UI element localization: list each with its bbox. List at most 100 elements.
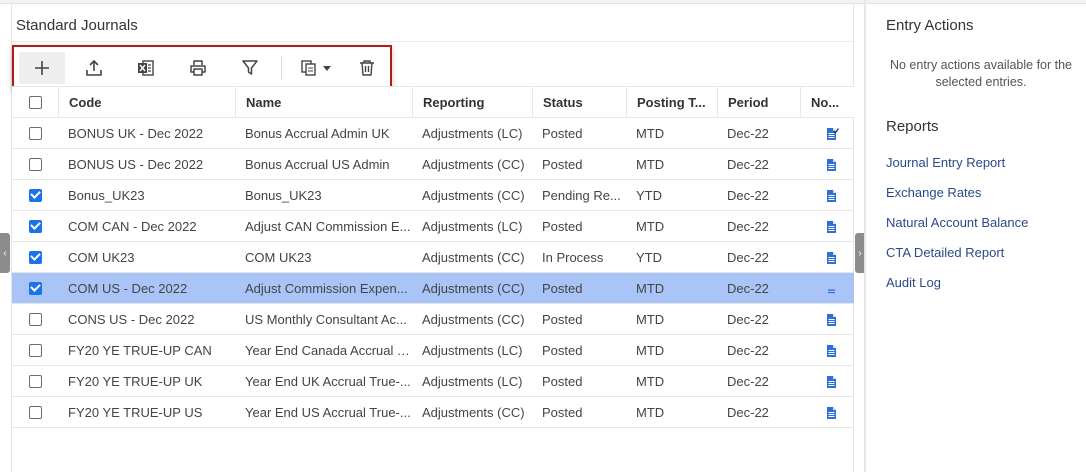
cell-status: Posted xyxy=(542,311,583,327)
cell-name: Year End Canada Accrual T... xyxy=(245,342,412,358)
cell-period: Dec-22 xyxy=(727,156,769,172)
cell-reporting: Adjustments (CC) xyxy=(422,156,525,172)
row-checkbox[interactable] xyxy=(28,405,42,419)
cell-code: COM CAN - Dec 2022 xyxy=(68,218,197,234)
row-checkbox[interactable] xyxy=(28,219,42,233)
row-select-cell xyxy=(12,149,58,179)
trash-icon xyxy=(360,60,374,76)
collapse-left-handle[interactable]: ‹ xyxy=(0,233,10,273)
report-link-journal-entry[interactable]: Journal Entry Report xyxy=(886,155,1005,170)
document-icon[interactable] xyxy=(826,375,837,388)
table-row[interactable]: FY20 YE TRUE-UP US Year End US Accrual T… xyxy=(12,397,854,428)
cell-code: Bonus_UK23 xyxy=(68,187,145,203)
document-icon[interactable] xyxy=(826,220,837,233)
row-select-cell xyxy=(12,335,58,365)
table-row[interactable]: BONUS UK - Dec 2022 Bonus Accrual Admin … xyxy=(12,118,854,149)
document-icon[interactable] xyxy=(826,189,837,202)
row-checkbox[interactable] xyxy=(28,281,42,295)
lines-icon[interactable] xyxy=(826,282,837,295)
cell-code: FY20 YE TRUE-UP CAN xyxy=(68,342,212,358)
delete-button[interactable] xyxy=(344,52,390,84)
row-checkbox[interactable] xyxy=(28,312,42,326)
column-header-period[interactable]: Period xyxy=(717,87,800,117)
cell-reporting: Adjustments (LC) xyxy=(422,342,523,358)
cell-status: Posted xyxy=(542,280,583,296)
row-select-cell xyxy=(12,273,58,303)
cell-period: Dec-22 xyxy=(727,125,769,141)
cell-posting-type: YTD xyxy=(636,249,662,265)
cell-name: Year End US Accrual True-... xyxy=(245,404,411,420)
cell-code: CONS US - Dec 2022 xyxy=(68,311,195,327)
toolbar xyxy=(12,45,392,90)
table-row[interactable]: BONUS US - Dec 2022 Bonus Accrual US Adm… xyxy=(12,149,854,180)
table-row[interactable]: Bonus_UK23 Bonus_UK23 Adjustments (CC) P… xyxy=(12,180,854,211)
document-icon[interactable] xyxy=(826,313,837,326)
table-row[interactable]: COM US - Dec 2022 Adjust Commission Expe… xyxy=(12,273,854,304)
upload-icon xyxy=(86,60,102,76)
select-all-checkbox[interactable] xyxy=(28,95,42,109)
cell-status: Posted xyxy=(542,218,583,234)
journals-panel: Standard Journals Code Name Reporting St… xyxy=(11,4,854,472)
cell-code: COM US - Dec 2022 xyxy=(68,280,188,296)
reports-heading: Reports xyxy=(886,118,939,135)
row-checkbox[interactable] xyxy=(28,343,42,357)
row-select-cell xyxy=(12,242,58,272)
column-header-name[interactable]: Name xyxy=(235,87,412,117)
column-header-notes[interactable]: No... xyxy=(800,87,854,117)
cell-name: Bonus Accrual Admin UK xyxy=(245,125,390,141)
document-check-icon[interactable] xyxy=(826,127,840,140)
report-link-audit-log[interactable]: Audit Log xyxy=(886,275,941,290)
copy-dropdown-icon xyxy=(301,60,331,76)
report-link-natural-account-balance[interactable]: Natural Account Balance xyxy=(886,215,1028,230)
cell-name: US Monthly Consultant Ac... xyxy=(245,311,407,327)
cell-code: FY20 YE TRUE-UP US xyxy=(68,404,203,420)
add-button[interactable] xyxy=(19,52,65,84)
grid-header-row: Code Name Reporting Status Posting T... … xyxy=(12,86,854,118)
column-header-posting-type[interactable]: Posting T... xyxy=(626,87,717,117)
row-select-cell xyxy=(12,118,58,148)
cell-notes xyxy=(800,211,854,241)
table-row[interactable]: COM UK23 COM UK23 Adjustments (CC) In Pr… xyxy=(12,242,854,273)
cell-period: Dec-22 xyxy=(727,404,769,420)
row-checkbox[interactable] xyxy=(28,188,42,202)
table-row[interactable]: FY20 YE TRUE-UP UK Year End UK Accrual T… xyxy=(12,366,854,397)
row-checkbox[interactable] xyxy=(28,126,42,140)
cell-period: Dec-22 xyxy=(727,249,769,265)
report-link-cta-detailed[interactable]: CTA Detailed Report xyxy=(886,245,1004,260)
cell-reporting: Adjustments (CC) xyxy=(422,249,525,265)
cell-reporting: Adjustments (LC) xyxy=(422,125,523,141)
row-checkbox[interactable] xyxy=(28,250,42,264)
report-link-exchange-rates[interactable]: Exchange Rates xyxy=(886,185,981,200)
journals-grid: Code Name Reporting Status Posting T... … xyxy=(12,86,854,428)
table-row[interactable]: CONS US - Dec 2022 US Monthly Consultant… xyxy=(12,304,854,335)
upload-button[interactable] xyxy=(71,52,117,84)
document-icon[interactable] xyxy=(826,158,837,171)
row-checkbox[interactable] xyxy=(28,157,42,171)
cell-notes xyxy=(800,118,854,148)
filter-button[interactable] xyxy=(227,52,273,84)
cell-reporting: Adjustments (LC) xyxy=(422,218,523,234)
table-row[interactable]: COM CAN - Dec 2022 Adjust CAN Commission… xyxy=(12,211,854,242)
print-button[interactable] xyxy=(175,52,221,84)
cell-status: In Process xyxy=(542,249,604,265)
cell-posting-type: MTD xyxy=(636,373,665,389)
cell-reporting: Adjustments (CC) xyxy=(422,187,525,203)
cell-name: Adjust Commission Expen... xyxy=(245,280,408,296)
cell-code: COM UK23 xyxy=(68,249,135,265)
plus-icon xyxy=(35,61,49,75)
column-header-code[interactable]: Code xyxy=(58,87,235,117)
row-checkbox[interactable] xyxy=(28,374,42,388)
document-icon[interactable] xyxy=(826,406,837,419)
document-icon[interactable] xyxy=(826,251,837,264)
cell-period: Dec-22 xyxy=(727,187,769,203)
cell-notes xyxy=(800,273,854,303)
title-divider xyxy=(12,41,853,42)
copy-dropdown-button[interactable] xyxy=(290,52,344,84)
export-excel-button[interactable] xyxy=(123,52,169,84)
column-header-status[interactable]: Status xyxy=(532,87,626,117)
cell-status: Posted xyxy=(542,125,583,141)
document-icon[interactable] xyxy=(826,344,837,357)
toolbar-separator xyxy=(281,56,282,80)
column-header-reporting[interactable]: Reporting xyxy=(412,87,532,117)
table-row[interactable]: FY20 YE TRUE-UP CAN Year End Canada Accr… xyxy=(12,335,854,366)
